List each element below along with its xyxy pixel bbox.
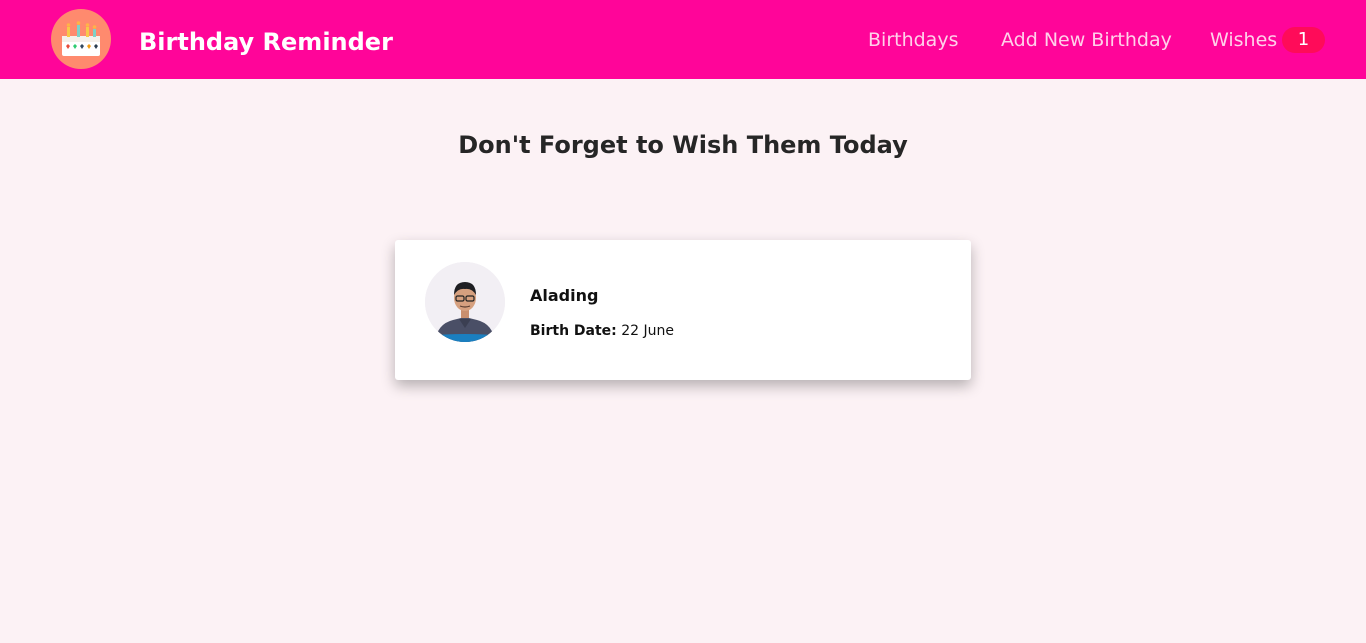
person-name: Alading [530,286,599,305]
birth-date-row: Birth Date: 22 June [530,322,674,340]
nav-link-wishes[interactable]: Wishes [1210,28,1277,52]
navbar: Birthday Reminder Birthdays Add New Birt… [0,0,1366,79]
birthday-card: Alading Birth Date: 22 June [395,240,971,380]
nav-link-birthdays[interactable]: Birthdays [868,28,958,52]
birth-date-value: 22 June [621,323,674,339]
birthday-cake-icon[interactable] [51,9,111,69]
wishes-count-badge[interactable]: 1 [1282,27,1325,53]
nav-link-add-new-birthday[interactable]: Add New Birthday [1001,28,1172,52]
avatar [425,262,505,342]
birth-date-label: Birth Date: [530,323,617,339]
brand-title[interactable]: Birthday Reminder [139,27,393,57]
page-title: Don't Forget to Wish Them Today [458,131,908,159]
